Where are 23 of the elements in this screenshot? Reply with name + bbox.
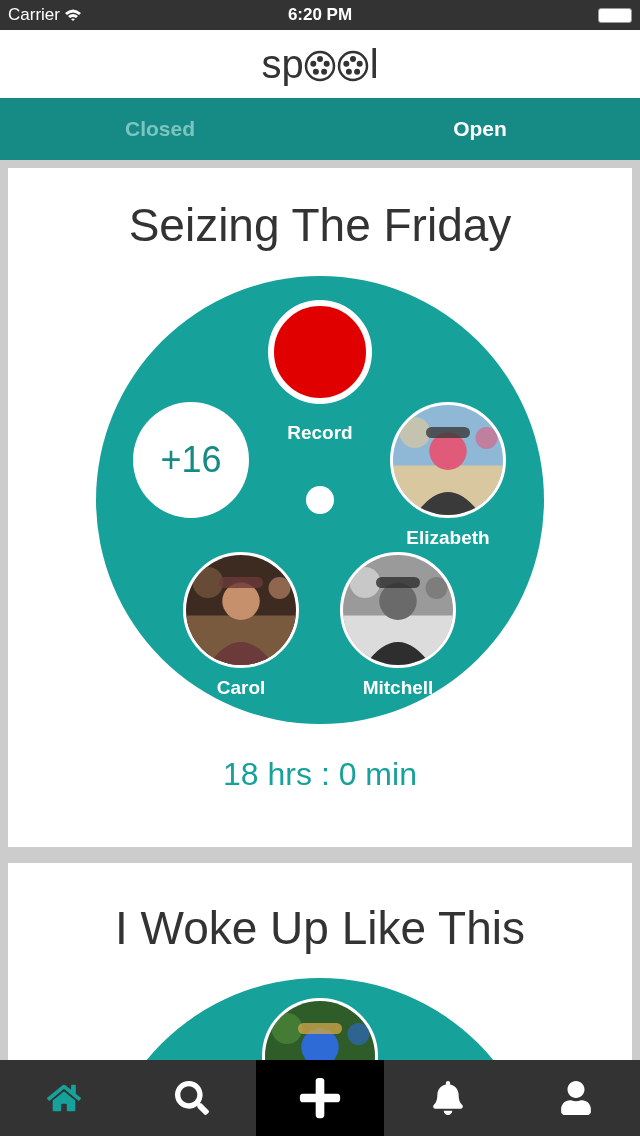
nav-button[interactable] bbox=[256, 1060, 384, 1136]
time-remaining: 18 hrs : 0 min bbox=[223, 755, 417, 794]
member-name: Record bbox=[287, 421, 353, 445]
member-name: Elizabeth bbox=[406, 526, 490, 550]
member-name: Mitchell bbox=[362, 676, 434, 700]
spool-card[interactable]: Seizing The Friday Record +16 Elizabeth Carol Mitchell 18 hrs : 0 min bbox=[8, 168, 632, 847]
logo-text: sp bbox=[261, 44, 304, 84]
member-name: Carol bbox=[216, 676, 266, 700]
carrier-label: Carrier bbox=[8, 4, 60, 27]
spool-title: I Woke Up Like This bbox=[115, 901, 525, 956]
spool-title: Seizing The Friday bbox=[128, 198, 512, 253]
film-reel-icon bbox=[303, 50, 370, 82]
extra-count[interactable]: +16 bbox=[133, 402, 249, 518]
plus-icon bbox=[297, 1075, 343, 1121]
user-icon bbox=[559, 1081, 593, 1115]
spool-card[interactable]: I Woke Up Like This bbox=[8, 863, 632, 1060]
battery-icon bbox=[598, 7, 632, 23]
bell-icon bbox=[431, 1081, 465, 1115]
tab[interactable]: Open bbox=[320, 98, 640, 160]
logo-text: l bbox=[369, 44, 379, 84]
wifi-icon bbox=[63, 8, 82, 22]
clock: 6:20 PM bbox=[287, 4, 353, 27]
search-icon bbox=[175, 1081, 209, 1115]
